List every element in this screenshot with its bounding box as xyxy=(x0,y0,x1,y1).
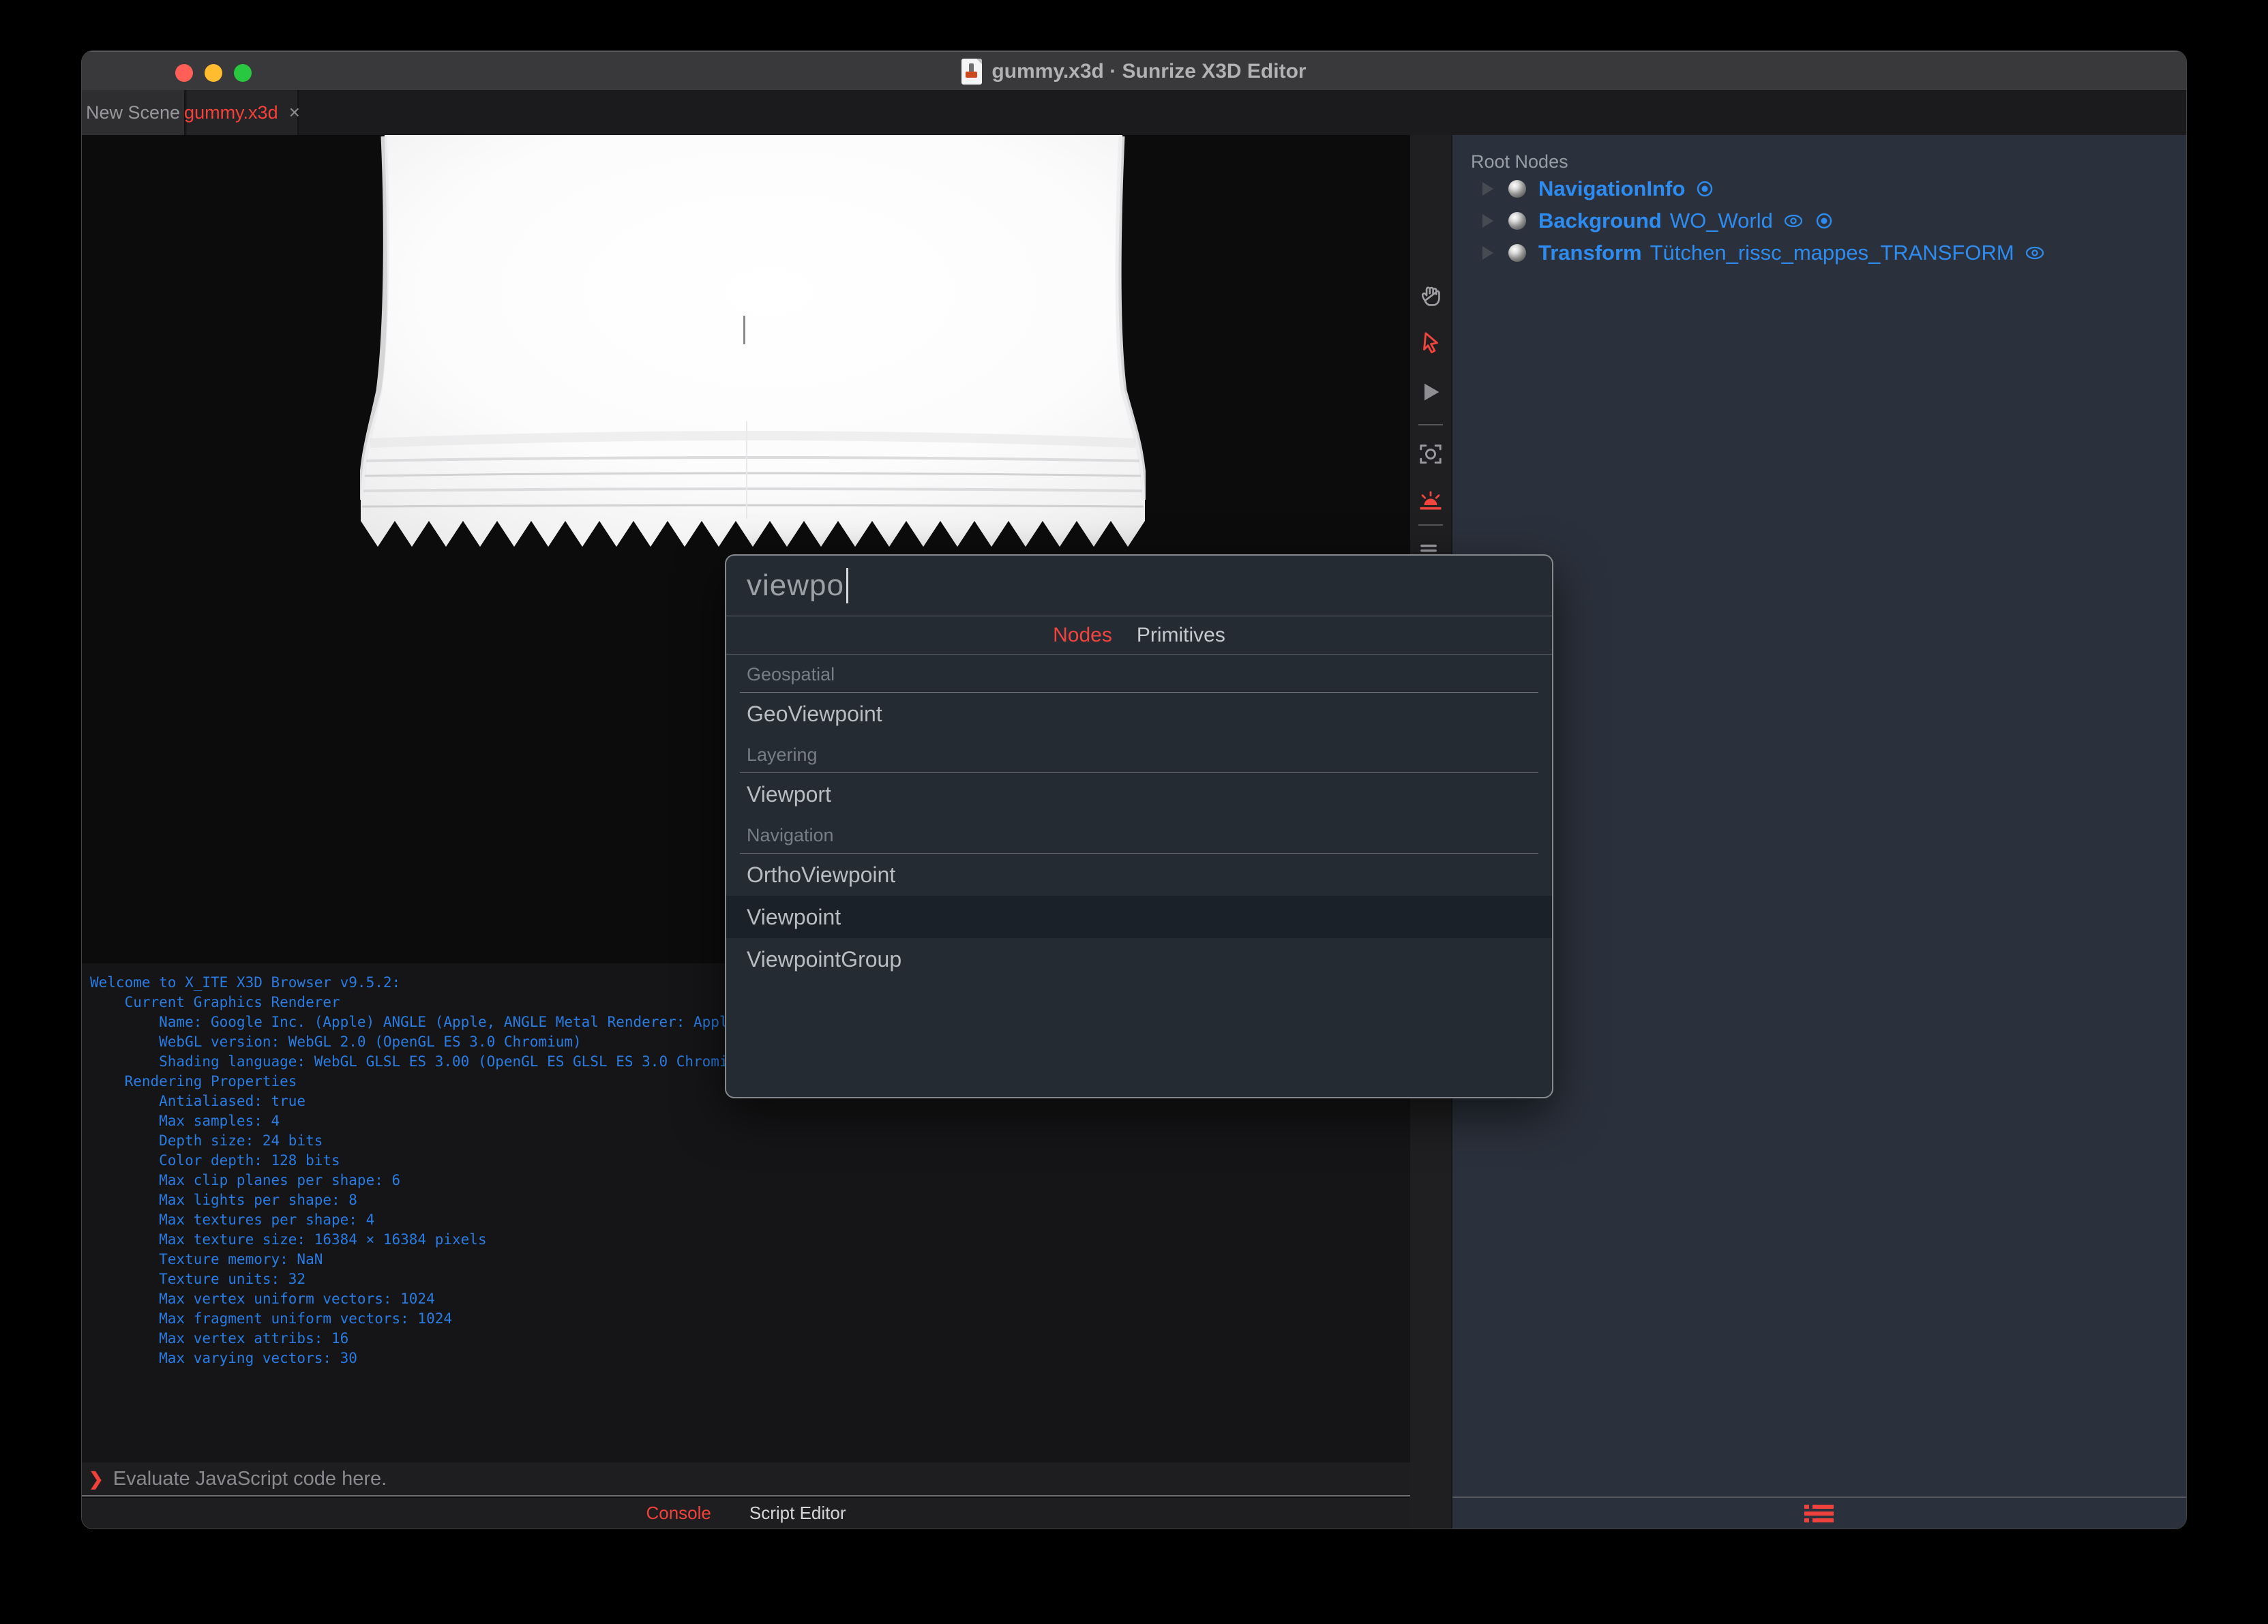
node-type-label: Transform xyxy=(1538,240,1642,265)
console-line: Depth size: 24 bits xyxy=(90,1132,323,1149)
result-item-geoviewpoint[interactable]: GeoViewpoint xyxy=(726,693,1552,735)
node-name-label: Tütchen_rissc_mappes_TRANSFORM xyxy=(1650,240,2014,265)
toolbar-divider xyxy=(1418,524,1443,526)
console-line: Max varying vectors: 30 xyxy=(90,1350,357,1366)
result-item-orthoviewpoint[interactable]: OrthoViewpoint xyxy=(726,854,1552,896)
text-cursor xyxy=(846,568,848,603)
visibility-eye-icon[interactable] xyxy=(2024,243,2046,263)
tree-row-background[interactable]: Background WO_World xyxy=(1452,205,2186,237)
tab-new-scene[interactable]: New Scene xyxy=(82,90,185,135)
tab-gummy-x3d[interactable]: gummy.x3d × xyxy=(184,90,300,135)
hand-icon xyxy=(1421,286,1440,306)
tab-new-scene-label: New Scene xyxy=(85,102,181,123)
bind-target-icon[interactable] xyxy=(1814,211,1834,231)
node-sphere-icon xyxy=(1508,211,1526,230)
result-item-viewpointgroup[interactable]: ViewpointGroup xyxy=(726,938,1552,980)
node-search-input[interactable]: viewpo xyxy=(726,556,1552,616)
result-item-viewport[interactable]: Viewport xyxy=(726,773,1552,815)
section-layering: Layering xyxy=(740,745,1538,773)
console-line: Max clip planes per shape: 6 xyxy=(90,1172,401,1188)
pan-tool-button[interactable] xyxy=(1417,283,1444,310)
console-line: Max lights per shape: 8 xyxy=(90,1192,357,1208)
node-type-label: Background xyxy=(1538,208,1662,232)
tab-close-icon[interactable]: × xyxy=(289,102,300,123)
console-line: Texture units: 32 xyxy=(90,1271,306,1287)
console-line: Color depth: 128 bits xyxy=(90,1152,340,1169)
node-type-label: NavigationInfo xyxy=(1538,176,1686,200)
play-button[interactable] xyxy=(1417,378,1444,406)
node-sphere-icon xyxy=(1508,243,1526,262)
toolbar-divider xyxy=(1418,424,1443,425)
visibility-eye-icon[interactable] xyxy=(1782,211,1804,231)
viewport-center-marker xyxy=(743,316,745,344)
window-title: gummy.x3d · Sunrize X3D Editor xyxy=(991,59,1307,82)
tab-script-editor[interactable]: Script Editor xyxy=(749,1503,846,1524)
section-geospatial: Geospatial xyxy=(740,664,1538,693)
console-line: Max samples: 4 xyxy=(90,1113,280,1129)
node-name-label: WO_World xyxy=(1669,208,1773,232)
bottom-panel-tabs: Console Script Editor xyxy=(82,1498,1410,1529)
gummy-bag-model xyxy=(360,135,1146,547)
result-item-viewpoint-selected[interactable]: Viewpoint xyxy=(726,896,1552,938)
node-list-icon[interactable] xyxy=(1804,1501,1835,1526)
bind-target-icon[interactable] xyxy=(1695,179,1715,199)
editor-tabbar: New Scene gummy.x3d × xyxy=(82,90,2186,135)
select-tool-button[interactable] xyxy=(1417,329,1444,357)
node-sphere-icon xyxy=(1508,179,1526,198)
console-line: Max textures per shape: 4 xyxy=(90,1212,375,1228)
js-eval-input[interactable]: ❯ Evaluate JavaScript code here. xyxy=(82,1462,1410,1497)
js-eval-placeholder: Evaluate JavaScript code here. xyxy=(113,1467,387,1490)
tab-console[interactable]: Console xyxy=(646,1503,711,1524)
prompt-chevron-icon: ❯ xyxy=(89,1468,104,1489)
outline-bottom-bar xyxy=(1452,1497,2186,1529)
titlebar: gummy.x3d · Sunrize X3D Editor xyxy=(82,51,2186,90)
console-line: Max vertex uniform vectors: 1024 xyxy=(90,1291,435,1307)
frame-view-button[interactable] xyxy=(1417,440,1444,468)
console-line: Max fragment uniform vectors: 1024 xyxy=(90,1310,453,1327)
expander-icon[interactable] xyxy=(1482,245,1493,260)
console-line: Texture memory: NaN xyxy=(90,1251,323,1267)
outline-panel: Root Nodes NavigationInfo Background WO_… xyxy=(1451,135,2186,1529)
sunrise-lighting-button[interactable] xyxy=(1417,487,1444,515)
section-navigation: Navigation xyxy=(740,825,1538,854)
tree-row-transform[interactable]: Transform Tütchen_rissc_mappes_TRANSFORM xyxy=(1452,237,2186,269)
tree-row-navigationinfo[interactable]: NavigationInfo xyxy=(1452,172,2186,205)
expander-icon[interactable] xyxy=(1482,213,1493,228)
x3d-file-icon xyxy=(961,58,983,85)
console-line: Max vertex attribs: 16 xyxy=(90,1330,349,1347)
viewfinder-icon xyxy=(1420,445,1442,464)
tab-gummy-label: gummy.x3d xyxy=(184,102,278,123)
add-node-dialog: viewpo Nodes Primitives Geospatial GeoVi… xyxy=(725,554,1553,1098)
cursor-arrow-icon xyxy=(1423,332,1438,354)
window-title-group: gummy.x3d · Sunrize X3D Editor xyxy=(82,52,2186,91)
dialog-tabs: Nodes Primitives xyxy=(726,616,1552,655)
tab-primitives[interactable]: Primitives xyxy=(1137,624,1225,647)
console-line: Max texture size: 16384 × 16384 pixels xyxy=(90,1231,487,1248)
outline-header: Root Nodes xyxy=(1471,151,1568,172)
search-query-text: viewpo xyxy=(747,569,844,602)
tab-nodes[interactable]: Nodes xyxy=(1053,624,1112,647)
play-icon xyxy=(1424,383,1439,401)
sunrise-icon xyxy=(1420,491,1442,510)
expander-icon[interactable] xyxy=(1482,181,1493,196)
